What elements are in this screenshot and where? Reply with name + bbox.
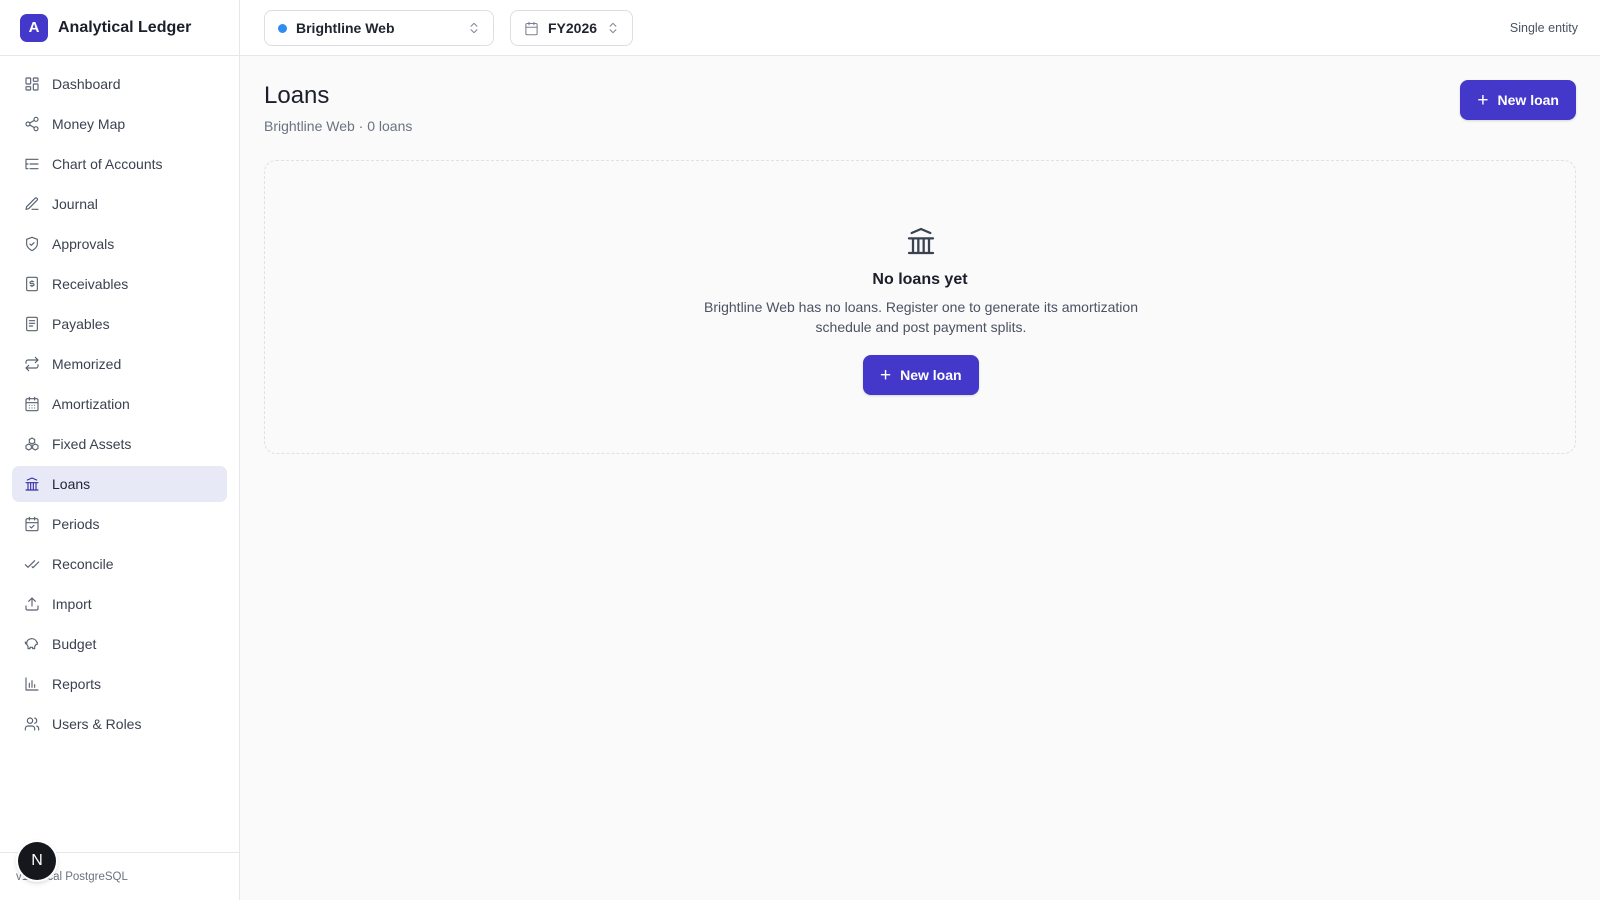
avatar[interactable]: N [18,842,56,880]
shield-check-icon [24,236,40,252]
plus-icon: + [1477,89,1489,111]
sidebar-item-journal[interactable]: Journal [12,186,227,222]
dashboard-icon [24,76,40,92]
empty-state-text: Brightline Web has no loans. Register on… [704,299,1138,335]
bank-icon [24,476,40,492]
calendar-check-icon [24,516,40,532]
sidebar-item-dashboard[interactable]: Dashboard [12,66,227,102]
empty-state-button-label: New loan [900,367,962,383]
page-subtitle: Brightline Web · 0 loans [264,118,413,134]
sidebar-item-money-map[interactable]: Money Map [12,106,227,142]
sidebar-item-import[interactable]: Import [12,586,227,622]
new-loan-button-label: New loan [1497,92,1559,108]
upload-icon [24,596,40,612]
entity-select[interactable]: Brightline Web [264,10,494,46]
brand[interactable]: A Analytical Ledger [0,0,239,56]
sidebar-item-label: Import [52,596,92,612]
topbar: Brightline Web FY2026 Single entity [240,0,1600,56]
document-icon [24,316,40,332]
sidebar-item-payables[interactable]: Payables [12,306,227,342]
sidebar-item-label: Memorized [52,356,122,372]
sidebar-item-label: Fixed Assets [52,436,132,452]
app-logo: A [20,13,48,42]
entity-mode-label: Single entity [1509,21,1578,35]
sidebar-item-label: Amortization [52,396,130,412]
sidebar-item-loans[interactable]: Loans [12,466,227,502]
bank-icon [905,225,937,257]
sidebar-item-label: Chart of Accounts [52,156,163,172]
list-tree-icon [24,156,40,172]
boxes-icon [24,436,40,452]
sidebar-item-approvals[interactable]: Approvals [12,226,227,262]
sidebar-item-label: Journal [52,196,98,212]
sidebar-item-label: Dashboard [52,76,121,92]
entity-select-value: Brightline Web [296,20,395,36]
app-name: Analytical Ledger [58,18,192,36]
receipt-dollar-icon [24,276,40,292]
repeat-icon [24,356,40,372]
plus-icon: + [880,364,892,386]
check-check-icon [24,556,40,572]
piggy-bank-icon [24,636,40,652]
page-title: Loans [264,82,330,109]
calendar-grid-icon [24,396,40,412]
sidebar-item-label: Periods [52,516,100,532]
empty-state: No loans yet Brightline Web has no loans… [264,160,1576,454]
empty-state-new-loan-button[interactable]: + New loan [863,355,979,395]
sidebar-item-label: Budget [52,636,97,652]
sidebar-item-label: Approvals [52,236,115,252]
sidebar-item-label: Money Map [52,116,126,132]
sidebar-item-users-roles[interactable]: Users & Roles [12,706,227,742]
sidebar-item-periods[interactable]: Periods [12,506,227,542]
sidebar-item-fixed-assets[interactable]: Fixed Assets [12,426,227,462]
new-loan-button[interactable]: + New loan [1460,80,1576,120]
period-select-value: FY2026 [548,20,598,36]
share-icon [24,116,40,132]
sidebar-item-amortization[interactable]: Amortization [12,386,227,422]
sidebar-item-label: Reconcile [52,556,114,572]
sidebar-item-reconcile[interactable]: Reconcile [12,546,227,582]
sidebar: A Analytical Ledger Dashboard Money Map … [0,0,240,900]
empty-state-title: No loans yet [872,271,968,288]
sidebar-item-label: Receivables [52,276,129,292]
period-select[interactable]: FY2026 [510,10,633,46]
sidebar-item-label: Reports [52,676,102,692]
sidebar-item-receivables[interactable]: Receivables [12,266,227,302]
sidebar-item-reports[interactable]: Reports [12,666,227,702]
chevrons-up-down-icon [467,21,481,35]
pen-icon [24,196,40,212]
sidebar-item-label: Loans [52,476,91,492]
bar-chart-icon [24,676,40,692]
sidebar-item-chart-of-accounts[interactable]: Chart of Accounts [12,146,227,182]
users-icon [24,716,40,732]
sidebar-item-label: Users & Roles [52,716,142,732]
sidebar-item-memorized[interactable]: Memorized [12,346,227,382]
entity-color-dot [278,23,287,33]
sidebar-nav: Dashboard Money Map Chart of Accounts Jo… [0,56,239,742]
calendar-icon [524,21,539,36]
sidebar-item-label: Payables [52,316,110,332]
chevrons-up-down-icon [606,21,620,35]
sidebar-item-budget[interactable]: Budget [12,626,227,662]
